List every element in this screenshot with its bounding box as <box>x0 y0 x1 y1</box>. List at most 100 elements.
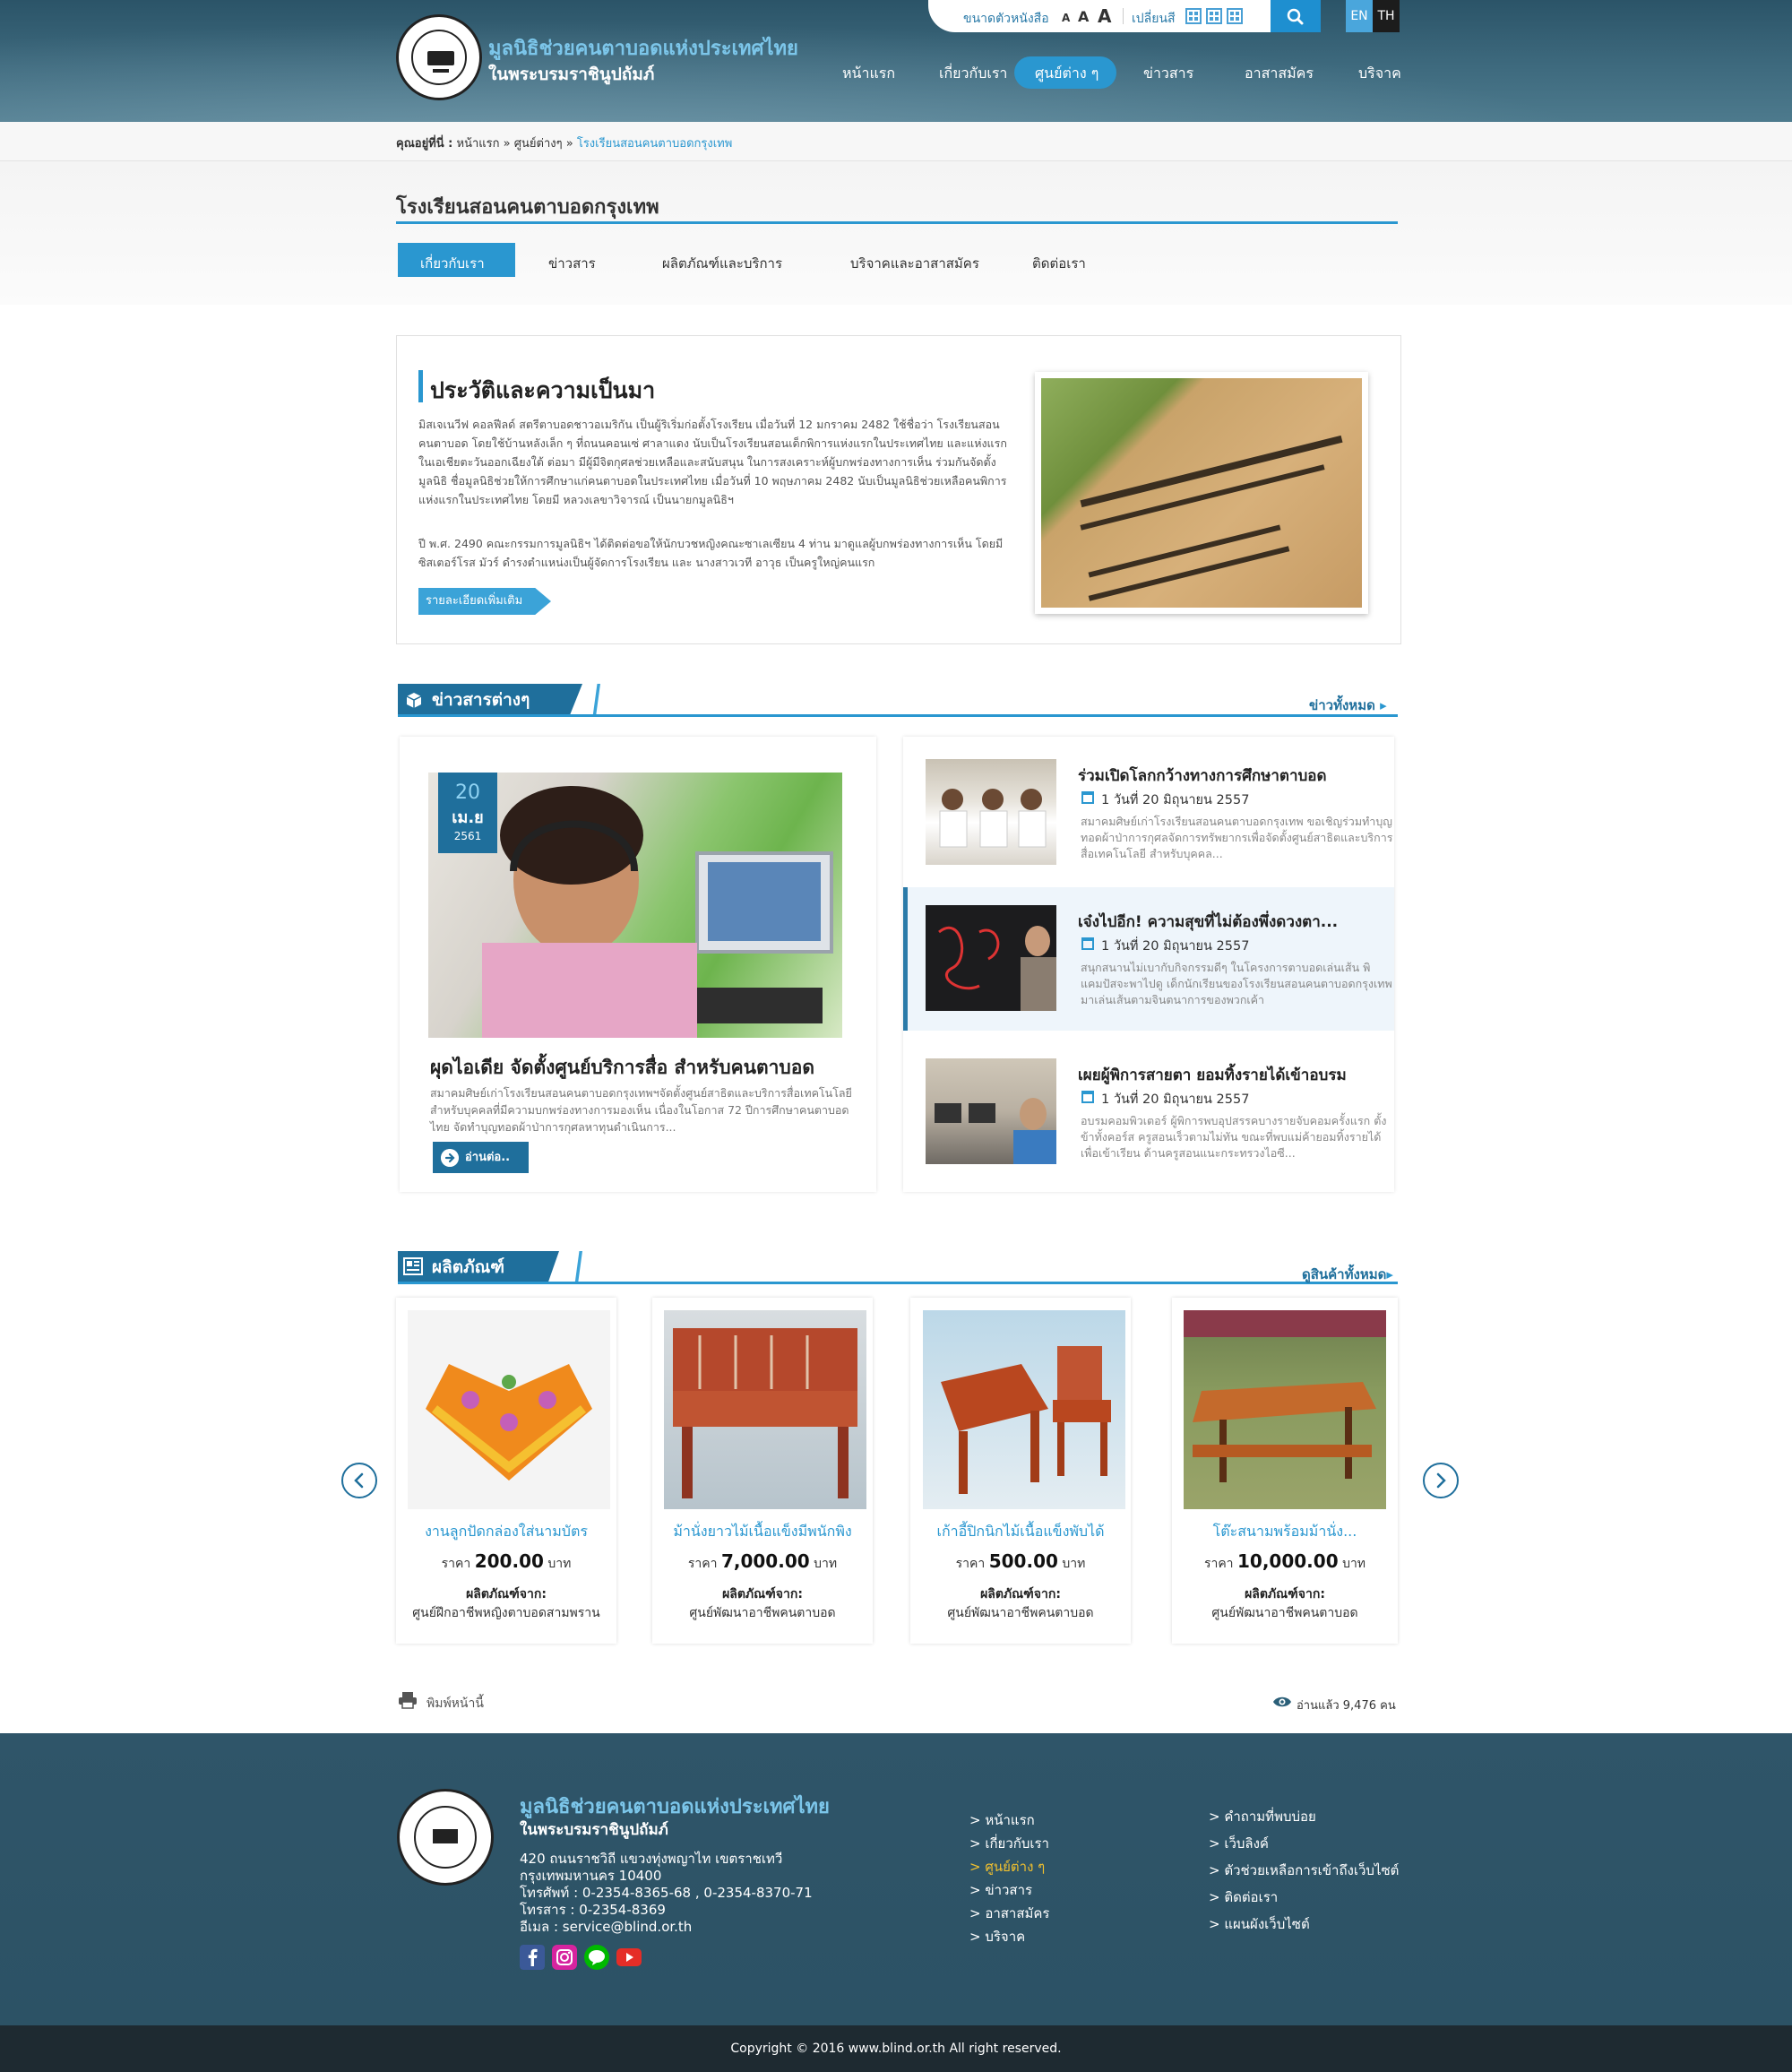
all-news-link[interactable]: ข่าวทั้งหมด ▸ <box>1309 695 1387 716</box>
color-scheme-1-icon[interactable] <box>1185 8 1202 24</box>
font-large-button[interactable]: A <box>1098 5 1111 27</box>
footer-link-sitemap[interactable]: > แผนผังเว็บไซต์ <box>1209 1913 1310 1935</box>
font-medium-button[interactable]: A <box>1078 8 1089 25</box>
price-suffix: บาท <box>1062 1557 1086 1571</box>
price-prefix: ราคา <box>955 1557 986 1571</box>
footer-link-accessibility[interactable]: > ตัวช่วยเหลือการเข้าถึงเว็บไซต์ <box>1209 1860 1399 1881</box>
nav-home[interactable]: หน้าแรก <box>842 63 895 85</box>
about-title-bar <box>418 370 423 402</box>
youtube-icon[interactable] <box>616 1945 642 1970</box>
subnav-contact[interactable]: ติดต่อเรา <box>1032 253 1086 274</box>
all-news-label: ข่าวทั้งหมด <box>1309 697 1375 713</box>
footer-logo[interactable] <box>397 1789 494 1886</box>
product-price: ราคา 7,000.00 บาท <box>652 1550 873 1574</box>
color-scheme-3-icon[interactable] <box>1227 8 1243 24</box>
footer-email[interactable]: อีเมล : service@blind.or.th <box>520 1916 692 1938</box>
nav-centers[interactable]: ศูนย์ต่าง ๆ <box>1035 63 1098 85</box>
product-price: ราคา 200.00 บาท <box>396 1550 616 1574</box>
calendar-icon <box>1081 1091 1094 1103</box>
lang-en-button[interactable]: EN <box>1346 0 1373 32</box>
news-date-month: เม.ย <box>452 808 484 827</box>
color-scheme-2-icon[interactable] <box>1206 8 1222 24</box>
printer-icon[interactable] <box>398 1691 418 1709</box>
products-section-line <box>398 1282 1398 1284</box>
line-icon[interactable] <box>584 1945 609 1970</box>
news-thumb-3[interactable] <box>926 1058 1056 1164</box>
calendar-icon <box>1081 937 1094 950</box>
product-center: ศูนย์พัฒนาอาชีพคนตาบอด <box>689 1606 836 1620</box>
subnav-news[interactable]: ข่าวสาร <box>548 253 596 274</box>
nav-volunteer[interactable]: อาสาสมัคร <box>1245 63 1314 85</box>
color-scheme-label: เปลี่ยนสี <box>1132 12 1176 26</box>
price-value: 10,000.00 <box>1237 1550 1339 1572</box>
site-header <box>0 0 1792 122</box>
product-photo[interactable] <box>1184 1310 1386 1509</box>
subnav-donate-volunteer[interactable]: บริจาคและอาสาสมัคร <box>850 253 979 274</box>
product-price: ราคา 10,000.00 บาท <box>1172 1550 1398 1574</box>
arrow-right-circle-icon <box>441 1149 459 1167</box>
news-section-title: ข่าวสารต่างๆ <box>398 684 582 716</box>
news-item-title[interactable]: ร่วมเปิดโลกกว้างทางการศึกษาตาบอด <box>1078 764 1327 788</box>
org-name[interactable]: มูลนิธิช่วยคนตาบอดแห่งประเทศไทย <box>488 32 798 64</box>
news-date-badge: 20 เม.ย 2561 <box>438 773 497 853</box>
footer-nav-news[interactable]: > ข่าวสาร <box>969 1879 1032 1901</box>
breadcrumb-centers[interactable]: ศูนย์ต่างๆ <box>514 137 563 151</box>
footer-link-faq[interactable]: > คำถามที่พบบ่อย <box>1209 1806 1316 1827</box>
font-small-button[interactable]: A <box>1062 12 1070 24</box>
price-value: 500.00 <box>988 1550 1058 1572</box>
school-sign-photo <box>1035 372 1368 614</box>
product-name[interactable]: โต๊ะสนามพร้อมม้านั่ง... <box>1172 1521 1398 1543</box>
product-name[interactable]: งานลูกปัดกล่องใส่นามบัตร <box>396 1521 616 1543</box>
view-count: อ่านแล้ว 9,476 คน <box>1297 1699 1396 1713</box>
footer-nav-home[interactable]: > หน้าแรก <box>969 1809 1035 1831</box>
catalog-icon <box>403 1257 423 1275</box>
news-item-desc: สนุกสนานไม่เบากับกิจกรรมดีๆ ในโครงการตาบ… <box>1081 961 1392 1006</box>
product-name[interactable]: เก้าอี้ปิกนิกไม้เนื้อแข็งพับได้ <box>910 1521 1131 1543</box>
news-item-title[interactable]: เจ๋งไปอีก! ความสุขที่ไม่ต้องพึ่งดวงตา... <box>1078 910 1338 934</box>
subnav-about[interactable]: เกี่ยวกับเรา <box>420 253 485 274</box>
nav-news[interactable]: ข่าวสาร <box>1143 63 1193 85</box>
product-center: ศูนย์พัฒนาอาชีพคนตาบอด <box>1211 1606 1358 1620</box>
product-photo[interactable] <box>664 1310 866 1509</box>
carousel-prev-button[interactable] <box>341 1463 377 1498</box>
breadcrumb-current: โรงเรียนสอนคนตาบอดกรุงเทพ <box>576 137 733 151</box>
chevron-right-icon <box>1436 1472 1446 1489</box>
news-item-date: 1 วันที่ 20 มิถุนายน 2557 <box>1101 793 1250 807</box>
news-date-day: 20 <box>455 781 480 804</box>
footer-nav-volunteer[interactable]: > อาสาสมัคร <box>969 1903 1049 1924</box>
news-section-line <box>398 714 1398 717</box>
news-thumb-1[interactable] <box>926 759 1056 865</box>
calendar-icon <box>1081 791 1094 804</box>
about-more-button[interactable]: รายละเอียดเพิ่มเติม <box>418 588 551 615</box>
footer-nav-about[interactable]: > เกี่ยวกับเรา <box>969 1833 1049 1854</box>
news-thumb-2[interactable] <box>926 905 1056 1011</box>
subnav-products[interactable]: ผลิตภัณฑ์และบริการ <box>662 253 782 274</box>
footer-link-contact[interactable]: > ติดต่อเรา <box>1209 1886 1278 1908</box>
all-products-link[interactable]: ดูสินค้าทั้งหมด▸ <box>1302 1264 1393 1285</box>
box-icon <box>406 693 422 708</box>
carousel-next-button[interactable] <box>1423 1463 1459 1498</box>
print-page-link[interactable]: พิมพ์หน้านี้ <box>426 1694 484 1714</box>
product-photo[interactable] <box>408 1310 610 1509</box>
foundation-logo[interactable] <box>396 14 482 100</box>
price-prefix: ราคา <box>687 1557 718 1571</box>
footer-link-weblinks[interactable]: > เว็บลิงค์ <box>1209 1833 1269 1854</box>
instagram-icon[interactable] <box>552 1945 577 1970</box>
product-photo[interactable] <box>923 1310 1125 1509</box>
news-date-year: 2561 <box>453 830 482 842</box>
facebook-icon[interactable] <box>520 1945 545 1970</box>
nav-donate[interactable]: บริจาค <box>1358 63 1401 85</box>
breadcrumb-prefix: คุณอยู่ที่นี่ : <box>396 137 453 151</box>
price-suffix: บาท <box>814 1557 838 1571</box>
featured-news-title[interactable]: ผุดไอเดีย จัดตั้งศูนย์บริการสื่อ สำหรับค… <box>430 1053 814 1083</box>
nav-about[interactable]: เกี่ยวกับเรา <box>939 63 1007 85</box>
news-item-title[interactable]: เผยผู้พิการสายตา ยอมทิ้งรายได้เข้าอบรม <box>1078 1063 1347 1087</box>
featured-news-desc: สมาคมศิษย์เก่าโรงเรียนสอนคนตาบอดกรุงเทพฯ… <box>430 1086 852 1134</box>
footer-nav-donate[interactable]: > บริจาค <box>969 1926 1025 1947</box>
product-name[interactable]: ม้านั่งยาวไม้เนื้อแข็งมีพนักพิง <box>652 1521 873 1543</box>
divider <box>1123 8 1124 24</box>
footer-nav-centers[interactable]: > ศูนย์ต่าง ๆ <box>969 1856 1045 1878</box>
breadcrumb-home[interactable]: หน้าแรก <box>457 137 500 151</box>
breadcrumb-separator: » <box>503 137 511 151</box>
lang-th-button[interactable]: TH <box>1373 0 1400 32</box>
